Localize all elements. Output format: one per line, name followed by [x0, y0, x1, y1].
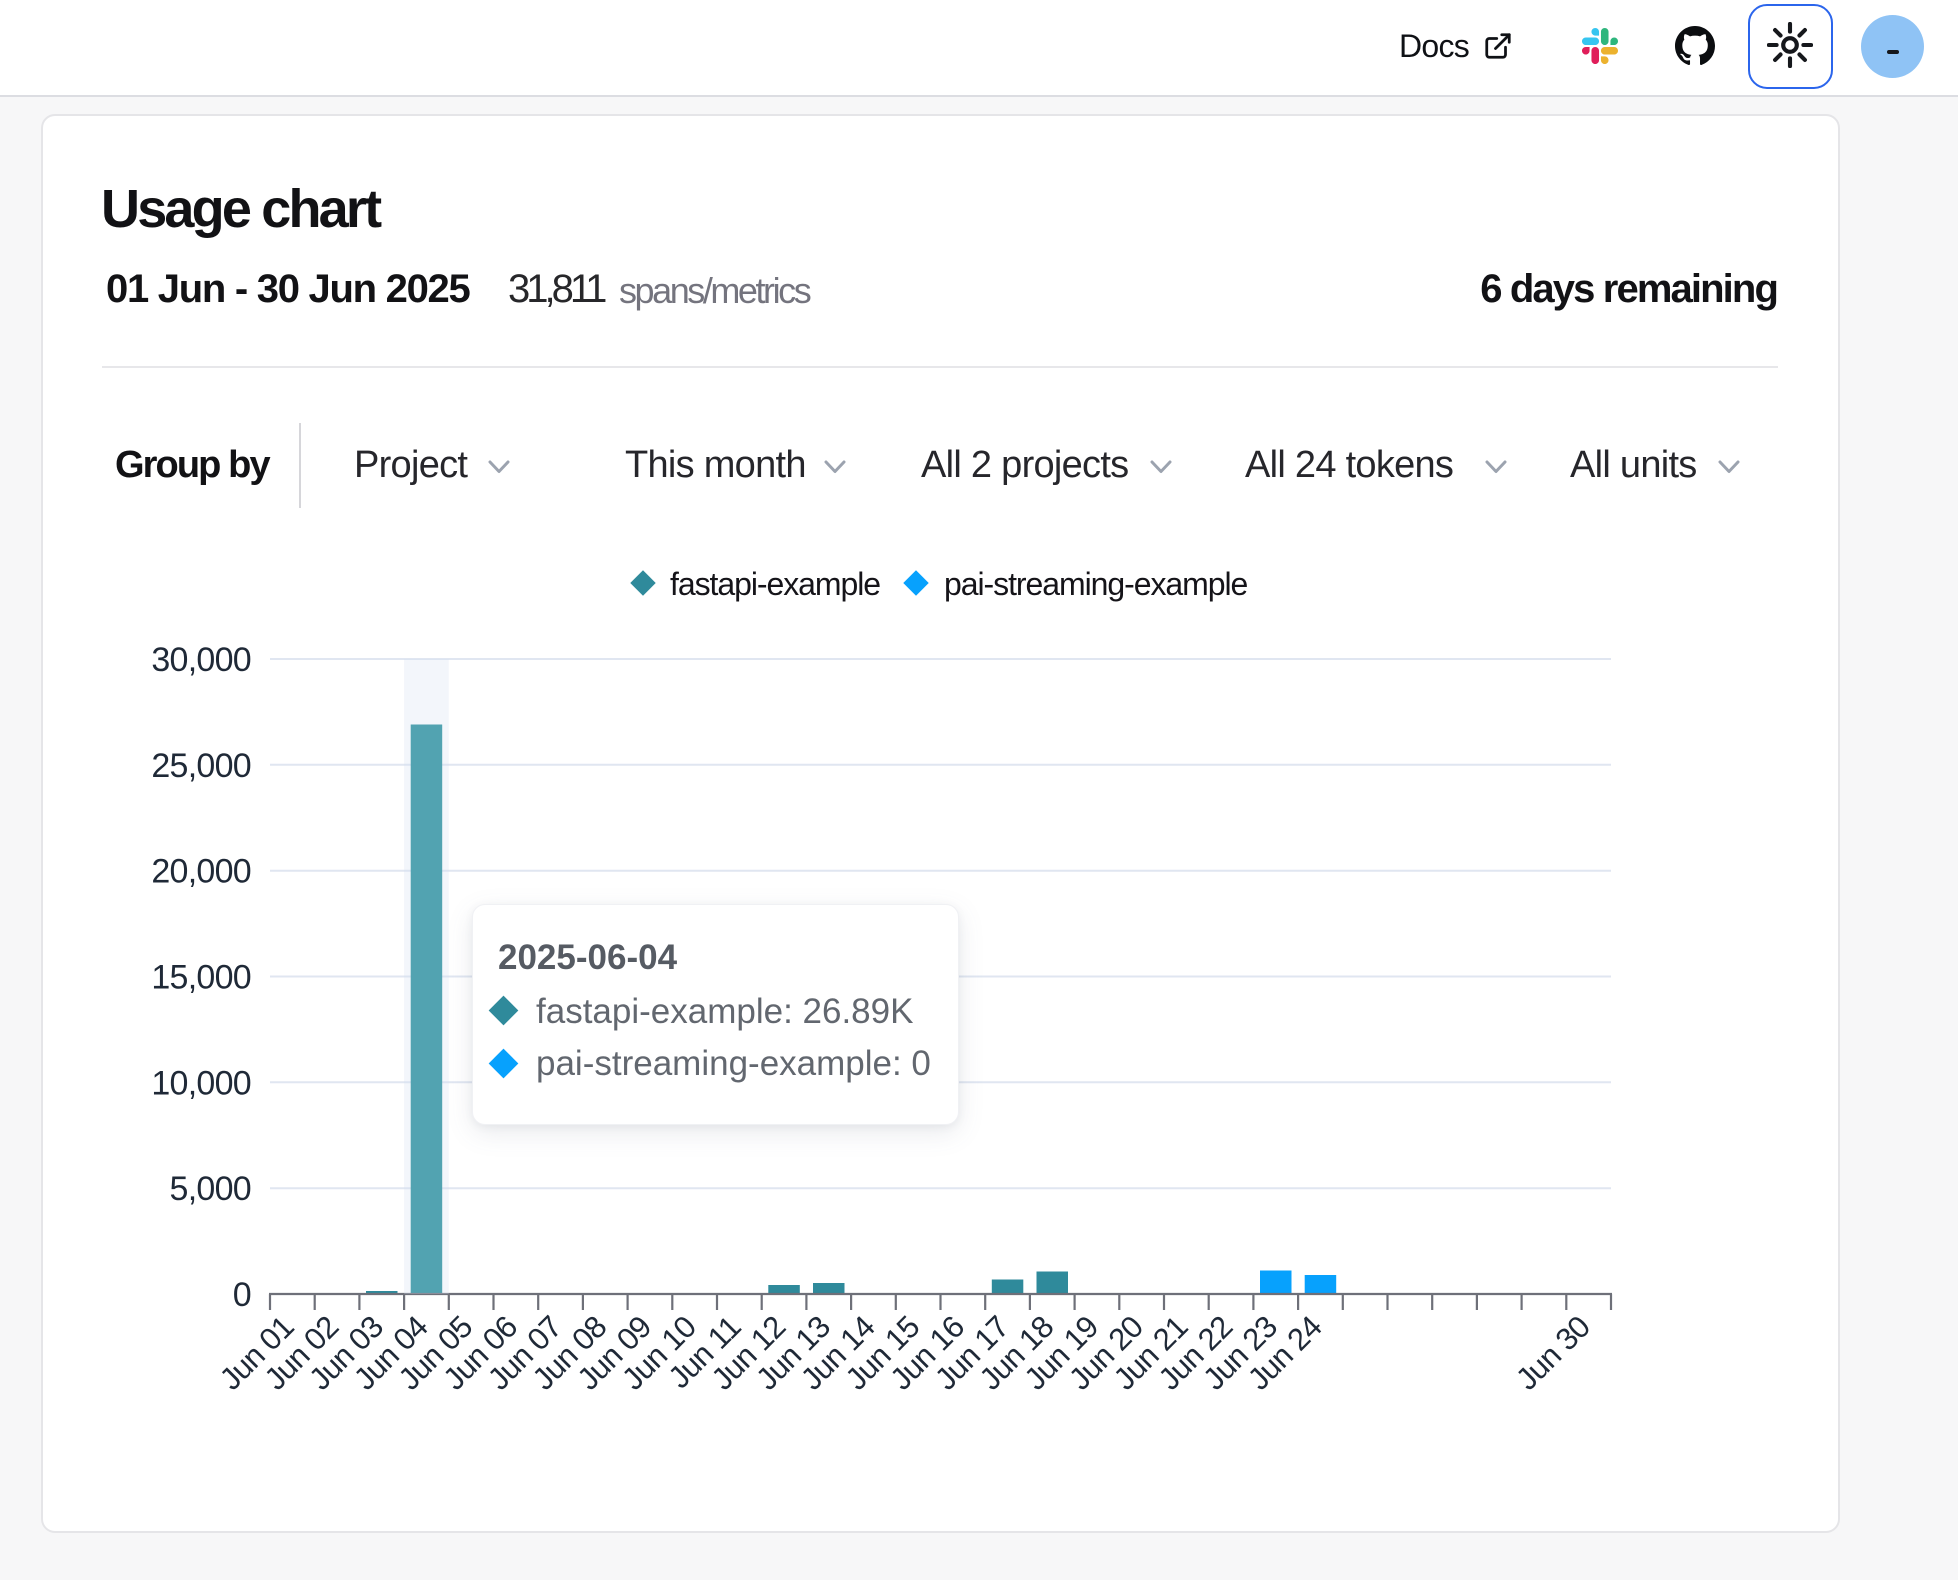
svg-text:30,000: 30,000 [151, 641, 251, 679]
svg-text:20,000: 20,000 [151, 853, 251, 891]
svg-text:Jun 30: Jun 30 [1509, 1309, 1597, 1397]
svg-text:10,000: 10,000 [151, 1064, 251, 1102]
svg-text:0: 0 [233, 1276, 251, 1314]
svg-text:15,000: 15,000 [151, 959, 251, 997]
svg-text:5,000: 5,000 [170, 1170, 251, 1208]
svg-text:25,000: 25,000 [151, 747, 251, 785]
